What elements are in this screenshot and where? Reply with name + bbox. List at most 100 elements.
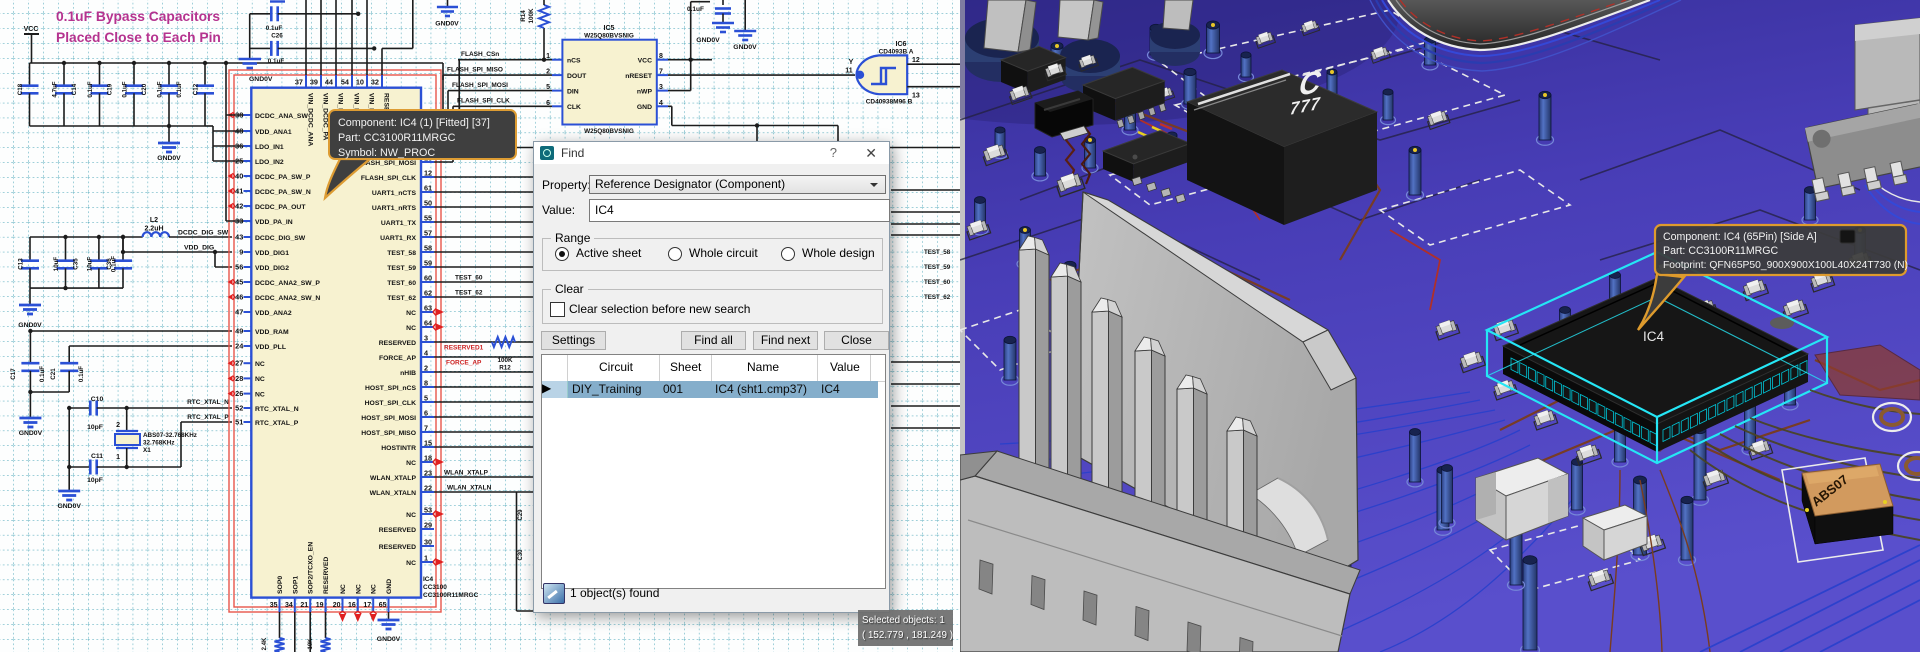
svg-text:nRESET: nRESET xyxy=(625,73,653,80)
svg-text:15: 15 xyxy=(424,439,432,448)
svg-text:45: 45 xyxy=(235,278,243,287)
svg-text:WLAN_XTALP: WLAN_XTALP xyxy=(444,470,489,477)
svg-text:nHIB: nHIB xyxy=(400,370,416,377)
svg-text:C30: C30 xyxy=(518,549,524,561)
svg-text:VDD_ANA2: VDD_ANA2 xyxy=(255,310,292,317)
svg-text:57: 57 xyxy=(424,229,432,238)
svg-text:NC: NC xyxy=(406,560,416,567)
svg-text:C21: C21 xyxy=(50,368,57,380)
svg-text:FLASH_SPI_MOSI: FLASH_SPI_MOSI xyxy=(452,82,508,89)
svg-text:NC: NC xyxy=(255,391,265,398)
svg-text:Part: CC3100R11MRGC: Part: CC3100R11MRGC xyxy=(1663,245,1779,257)
svg-text:CC3100: CC3100 xyxy=(423,584,447,591)
svg-text:IC4: IC4 xyxy=(1643,329,1665,344)
svg-text:60: 60 xyxy=(424,274,432,283)
svg-text:NC: NC xyxy=(255,376,265,383)
svg-text:10: 10 xyxy=(356,78,364,87)
svg-text:WLAN_XTALN: WLAN_XTALN xyxy=(370,490,416,497)
svg-text:50: 50 xyxy=(424,199,432,208)
svg-text:C26: C26 xyxy=(271,33,283,40)
svg-text:41: 41 xyxy=(235,187,243,196)
svg-text:NC: NC xyxy=(406,512,416,519)
svg-text:DCDC_PA_SW_P: DCDC_PA_SW_P xyxy=(255,174,311,181)
svg-text:IC6: IC6 xyxy=(896,41,907,48)
svg-text:WLAN_XTALN: WLAN_XTALN xyxy=(447,485,492,492)
svg-text:0.1uF: 0.1uF xyxy=(176,81,183,97)
svg-text:TEST_59: TEST_59 xyxy=(924,264,951,271)
svg-text:CD40938M96 B: CD40938M96 B xyxy=(866,99,913,106)
svg-text:GND0V: GND0V xyxy=(733,44,757,51)
svg-text:17: 17 xyxy=(363,602,371,609)
svg-text:GND: GND xyxy=(637,104,652,111)
svg-text:GND0V: GND0V xyxy=(249,76,273,83)
svg-text:GND0V: GND0V xyxy=(377,636,401,643)
svg-text:100K: 100K xyxy=(497,357,513,364)
svg-text:TEST_62: TEST_62 xyxy=(455,290,483,297)
svg-text:C35: C35 xyxy=(73,258,80,270)
svg-text:HOST_SPI_MOSI: HOST_SPI_MOSI xyxy=(361,415,416,422)
svg-text:SOP2/TCXO_EN: SOP2/TCXO_EN xyxy=(308,542,315,594)
svg-text:59: 59 xyxy=(424,259,432,268)
svg-text:R14: R14 xyxy=(520,10,527,22)
svg-text:VDD_PA_IN: VDD_PA_IN xyxy=(255,219,293,226)
svg-text:RTC_XTAL_P: RTC_XTAL_P xyxy=(187,414,229,421)
svg-text:RESERVED: RESERVED xyxy=(379,544,416,551)
svg-text:LDO_IN2: LDO_IN2 xyxy=(255,159,284,166)
svg-text:CC3100R11MRGC: CC3100R11MRGC xyxy=(423,592,479,599)
svg-text:2: 2 xyxy=(424,364,428,373)
svg-text:VDD_ANA1: VDD_ANA1 xyxy=(255,129,292,136)
svg-text:13: 13 xyxy=(912,93,920,100)
svg-text:FLASH_CSn: FLASH_CSn xyxy=(461,51,499,58)
svg-text:TEST_62: TEST_62 xyxy=(924,294,951,301)
svg-text:10uF: 10uF xyxy=(53,257,60,272)
svg-text:22: 22 xyxy=(424,484,432,493)
svg-text:7: 7 xyxy=(424,424,428,433)
svg-text:RESERVED: RESERVED xyxy=(323,557,330,594)
svg-text:FLASH_SPI_CLK: FLASH_SPI_CLK xyxy=(457,98,510,105)
svg-text:VCC: VCC xyxy=(24,26,39,33)
svg-text:10pF: 10pF xyxy=(87,424,103,431)
svg-text:10uF: 10uF xyxy=(86,257,93,272)
svg-text:DCDC_ANA_SW: DCDC_ANA_SW xyxy=(255,113,308,120)
svg-text:DCDC_DIG_SW: DCDC_DIG_SW xyxy=(255,235,306,242)
svg-text:SOP0: SOP0 xyxy=(277,576,284,594)
svg-text:C18: C18 xyxy=(17,83,24,95)
svg-text:37: 37 xyxy=(295,78,303,87)
svg-text:UART1_RX: UART1_RX xyxy=(380,235,416,242)
svg-text:RTC_XTAL_P: RTC_XTAL_P xyxy=(255,420,299,427)
svg-text:21: 21 xyxy=(300,602,308,609)
svg-text:IC4: IC4 xyxy=(423,576,434,583)
svg-text:56: 56 xyxy=(235,263,243,272)
svg-text:24: 24 xyxy=(235,342,244,351)
svg-text:SOP1: SOP1 xyxy=(292,576,299,594)
svg-text:1: 1 xyxy=(116,454,120,461)
svg-text:2: 2 xyxy=(116,422,120,429)
svg-text:16: 16 xyxy=(348,602,356,609)
svg-text:0.1uF: 0.1uF xyxy=(122,81,129,97)
svg-text:UART1_TX: UART1_TX xyxy=(381,220,417,227)
svg-text:Placed Close to Each Pin: Placed Close to Each Pin xyxy=(56,30,221,45)
svg-text:51: 51 xyxy=(235,418,243,427)
svg-text:HOST_SPI_MISO: HOST_SPI_MISO xyxy=(361,430,416,437)
svg-text:0.1uF: 0.1uF xyxy=(268,58,285,65)
svg-text:NC: NC xyxy=(406,310,416,317)
svg-text:RTC_XTAL_N: RTC_XTAL_N xyxy=(255,406,299,413)
svg-text:DCDC_PA_OUT: DCDC_PA_OUT xyxy=(255,204,306,211)
svg-text:44: 44 xyxy=(325,78,334,87)
svg-text:HOST_SPI_CLK: HOST_SPI_CLK xyxy=(365,400,416,407)
svg-text:GND0V: GND0V xyxy=(57,503,81,510)
svg-text:30: 30 xyxy=(424,538,432,547)
svg-text:DCDC_ANA2_SW_P: DCDC_ANA2_SW_P xyxy=(255,280,320,287)
svg-text:0.1uF: 0.1uF xyxy=(266,25,283,32)
svg-text:C19: C19 xyxy=(107,83,114,95)
svg-text:WLAN_XTALP: WLAN_XTALP xyxy=(370,475,416,482)
svg-text:61: 61 xyxy=(424,184,432,193)
svg-text:32.768KHz: 32.768KHz xyxy=(143,440,175,447)
svg-text:TEST_62: TEST_62 xyxy=(387,295,416,302)
svg-text:C11: C11 xyxy=(91,453,103,460)
svg-text:42: 42 xyxy=(235,202,243,211)
svg-text:18: 18 xyxy=(424,454,432,463)
svg-text:TEST_60: TEST_60 xyxy=(455,275,483,282)
svg-text:63: 63 xyxy=(424,304,432,313)
svg-text:0.1uF: 0.1uF xyxy=(87,81,94,97)
